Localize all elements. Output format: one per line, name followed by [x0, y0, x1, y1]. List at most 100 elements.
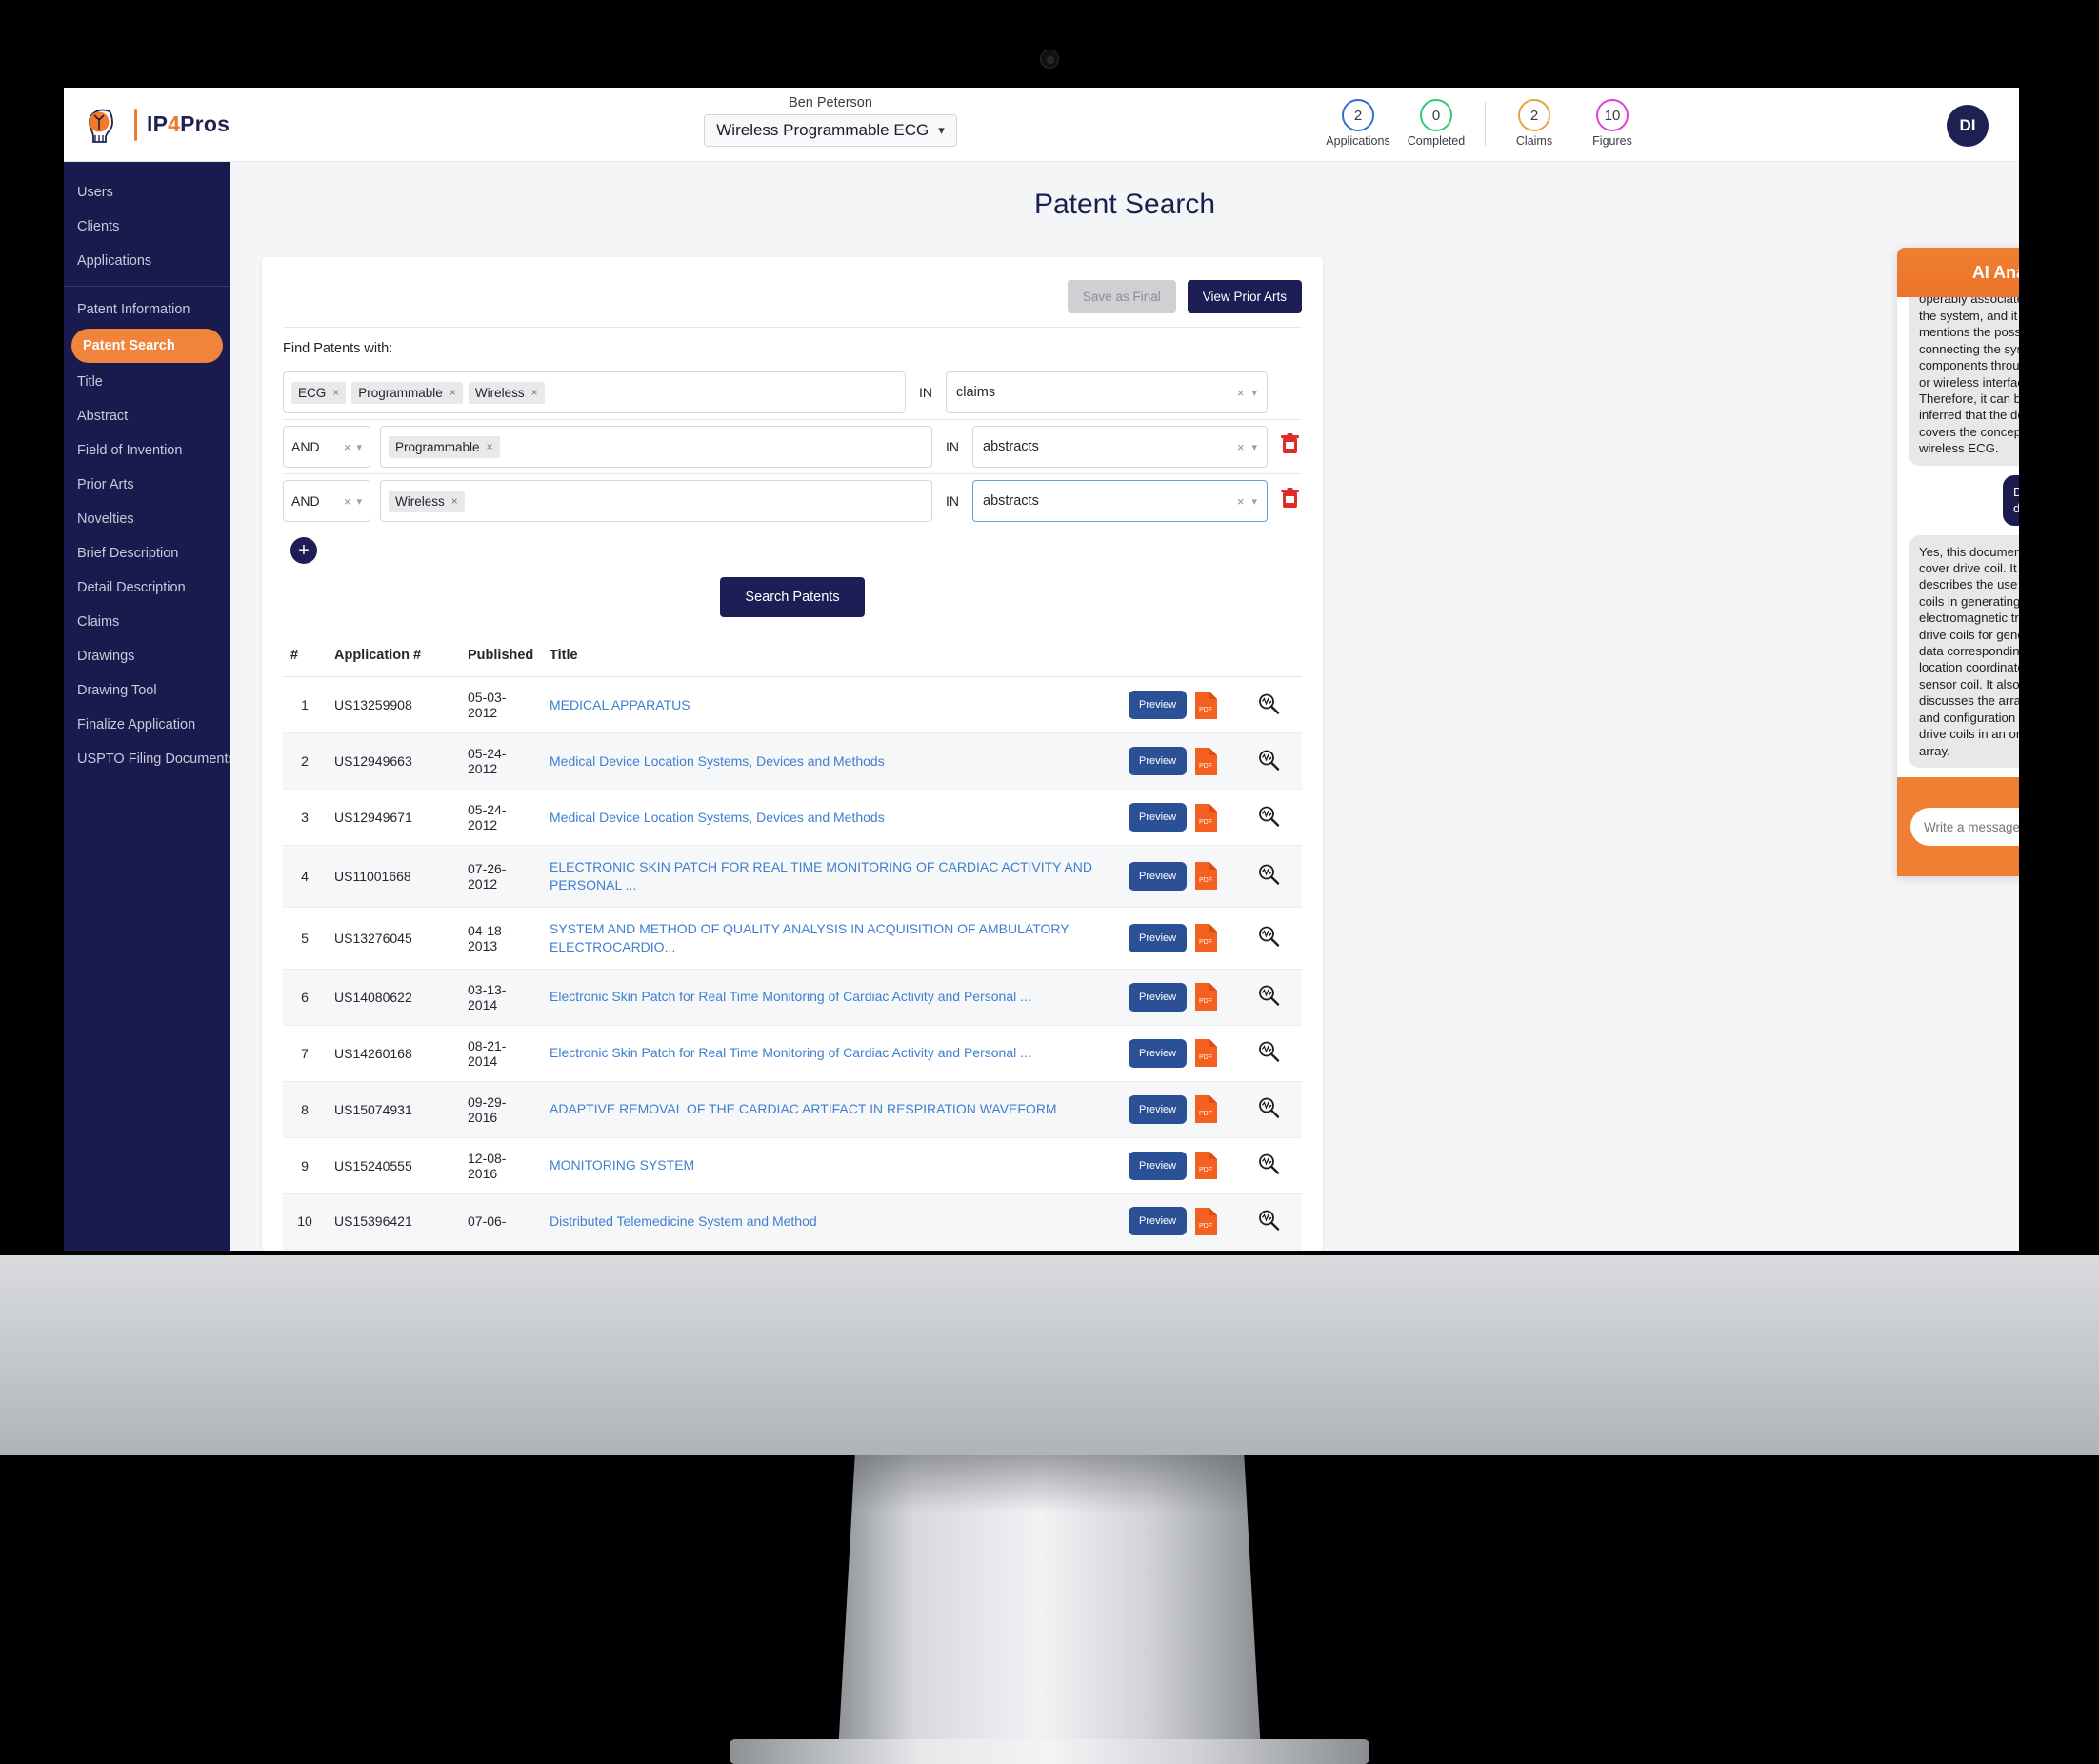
row-title-link[interactable]: Distributed Telemedicine System and Meth… [550, 1213, 817, 1229]
chevron-down-icon[interactable]: ▾ [356, 441, 362, 453]
delete-row-2-button[interactable] [1277, 433, 1302, 460]
pdf-file-icon[interactable]: PDF [1194, 747, 1218, 776]
table-row[interactable]: 5US1327604504-18-2013SYSTEM AND METHOD O… [283, 907, 1302, 969]
table-row[interactable]: 10US1539642107-06-Distributed Telemedici… [283, 1193, 1302, 1249]
table-row[interactable]: 4US1100166807-26-2012ELECTRONIC SKIN PAT… [283, 846, 1302, 908]
chat-message-input[interactable] [1910, 808, 2019, 846]
row-title-link[interactable]: SYSTEM AND METHOD OF QUALITY ANALYSIS IN… [550, 921, 1069, 954]
preview-button[interactable]: Preview [1129, 983, 1187, 1012]
preview-button[interactable]: Preview [1129, 1095, 1187, 1124]
sidebar-item-brief-description[interactable]: Brief Description [64, 536, 230, 571]
view-prior-arts-button[interactable]: View Prior Arts [1188, 280, 1302, 313]
table-row[interactable]: 2US1294966305-24-2012Medical Device Loca… [283, 733, 1302, 790]
remove-tag-icon[interactable]: × [451, 494, 458, 508]
preview-button[interactable]: Preview [1129, 1039, 1187, 1068]
table-row[interactable]: 7US1426016808-21-2014Electronic Skin Pat… [283, 1025, 1302, 1081]
project-select[interactable]: Wireless Programmable ECG ▾ [704, 114, 956, 147]
remove-tag-icon[interactable]: × [487, 440, 493, 453]
add-row-button[interactable]: + [290, 537, 317, 564]
keyword-tag[interactable]: Wireless× [469, 382, 545, 404]
clear-icon[interactable]: × [1237, 494, 1245, 509]
table-row[interactable]: 1US1325990805-03-2012MEDICAL APPARATUSPr… [283, 677, 1302, 733]
magnifier-analyze-icon[interactable] [1257, 873, 1280, 889]
preview-button[interactable]: Preview [1129, 1207, 1187, 1235]
sidebar-item-finalize-application[interactable]: Finalize Application [64, 708, 230, 742]
sidebar-item-drawing-tool[interactable]: Drawing Tool [64, 673, 230, 708]
chevron-down-icon[interactable]: ▾ [1251, 441, 1257, 453]
keyword-input-3[interactable]: Wireless× [380, 480, 932, 522]
field-select-3[interactable]: abstracts × ▾ [972, 480, 1268, 522]
sidebar-item-patent-information[interactable]: Patent Information [64, 292, 230, 327]
magnifier-analyze-icon[interactable] [1257, 935, 1280, 951]
brand-logo[interactable]: IP4Pros [64, 103, 302, 147]
pdf-file-icon[interactable]: PDF [1194, 982, 1218, 1012]
clear-icon[interactable]: × [1237, 386, 1245, 400]
operator-select-3[interactable]: AND × ▾ [283, 480, 370, 522]
search-patents-button[interactable]: Search Patents [720, 577, 864, 617]
pdf-file-icon[interactable]: PDF [1194, 1038, 1218, 1068]
keyword-tag[interactable]: Programmable× [389, 436, 500, 458]
row-title-link[interactable]: Electronic Skin Patch for Real Time Moni… [550, 989, 1031, 1004]
magnifier-analyze-icon[interactable] [1257, 1107, 1280, 1122]
field-select-1[interactable]: claims × ▾ [946, 371, 1268, 413]
table-row[interactable]: 9US1524055512-08-2016MONITORING SYSTEMPr… [283, 1137, 1302, 1193]
stat-figures[interactable]: 10 Figures [1573, 99, 1651, 148]
row-title-link[interactable]: MONITORING SYSTEM [550, 1157, 694, 1173]
sidebar-item-uspto-filing-documents[interactable]: USPTO Filing Documents [64, 742, 230, 776]
preview-button[interactable]: Preview [1129, 691, 1187, 719]
stat-completed[interactable]: 0 Completed [1397, 99, 1475, 148]
pdf-file-icon[interactable]: PDF [1194, 1094, 1218, 1124]
field-select-2[interactable]: abstracts × ▾ [972, 426, 1268, 468]
preview-button[interactable]: Preview [1129, 1152, 1187, 1180]
pdf-file-icon[interactable]: PDF [1194, 923, 1218, 952]
stat-claims[interactable]: 2 Claims [1495, 99, 1573, 148]
magnifier-analyze-icon[interactable] [1257, 1051, 1280, 1066]
preview-button[interactable]: Preview [1129, 862, 1187, 891]
sidebar-item-applications[interactable]: Applications [64, 244, 230, 278]
chevron-down-icon[interactable]: ▾ [1251, 387, 1257, 399]
sidebar-item-novelties[interactable]: Novelties [64, 502, 230, 536]
sidebar-item-abstract[interactable]: Abstract [64, 399, 230, 433]
stat-applications[interactable]: 2 Applications [1319, 99, 1397, 148]
sidebar-item-detail-description[interactable]: Detail Description [64, 571, 230, 605]
keyword-tag[interactable]: Wireless× [389, 491, 465, 512]
sidebar-item-title[interactable]: Title [64, 365, 230, 399]
magnifier-analyze-icon[interactable] [1257, 703, 1280, 718]
row-title-link[interactable]: Medical Device Location Systems, Devices… [550, 810, 885, 825]
row-title-link[interactable]: Electronic Skin Patch for Real Time Moni… [550, 1045, 1031, 1060]
table-row[interactable]: 8US1507493109-29-2016ADAPTIVE REMOVAL OF… [283, 1081, 1302, 1137]
preview-button[interactable]: Preview [1129, 924, 1187, 952]
delete-row-3-button[interactable] [1277, 488, 1302, 514]
table-row[interactable]: 3US1294967105-24-2012Medical Device Loca… [283, 790, 1302, 846]
magnifier-analyze-icon[interactable] [1257, 815, 1280, 831]
magnifier-analyze-icon[interactable] [1257, 1163, 1280, 1178]
preview-button[interactable]: Preview [1129, 747, 1187, 775]
remove-tag-icon[interactable]: × [332, 386, 339, 399]
avatar[interactable]: DI [1947, 105, 1989, 147]
sidebar-item-prior-arts[interactable]: Prior Arts [64, 468, 230, 502]
sidebar-item-drawings[interactable]: Drawings [64, 639, 230, 673]
preview-button[interactable]: Preview [1129, 803, 1187, 832]
sidebar-item-clients[interactable]: Clients [64, 210, 230, 244]
keyword-tag[interactable]: Programmable× [351, 382, 463, 404]
operator-select-2[interactable]: AND × ▾ [283, 426, 370, 468]
keyword-tag[interactable]: ECG× [291, 382, 346, 404]
clear-icon[interactable]: × [344, 494, 351, 509]
keyword-input-1[interactable]: ECG× Programmable× Wireless× [283, 371, 906, 413]
remove-tag-icon[interactable]: × [531, 386, 538, 399]
magnifier-analyze-icon[interactable] [1257, 994, 1280, 1010]
table-row[interactable]: 6US1408062203-13-2014Electronic Skin Pat… [283, 969, 1302, 1025]
magnifier-analyze-icon[interactable] [1257, 759, 1280, 774]
pdf-file-icon[interactable]: PDF [1194, 803, 1218, 832]
clear-icon[interactable]: × [344, 440, 351, 454]
chevron-down-icon[interactable]: ▾ [1251, 495, 1257, 508]
clear-icon[interactable]: × [1237, 440, 1245, 454]
row-title-link[interactable]: ADAPTIVE REMOVAL OF THE CARDIAC ARTIFACT… [550, 1101, 1057, 1116]
sidebar-item-claims[interactable]: Claims [64, 605, 230, 639]
chevron-down-icon[interactable]: ▾ [356, 495, 362, 508]
row-title-link[interactable]: Medical Device Location Systems, Devices… [550, 753, 885, 769]
row-title-link[interactable]: ELECTRONIC SKIN PATCH FOR REAL TIME MONI… [550, 859, 1092, 892]
pdf-file-icon[interactable]: PDF [1194, 1151, 1218, 1180]
row-title-link[interactable]: MEDICAL APPARATUS [550, 697, 690, 712]
save-as-final-button[interactable]: Save as Final [1068, 280, 1176, 313]
